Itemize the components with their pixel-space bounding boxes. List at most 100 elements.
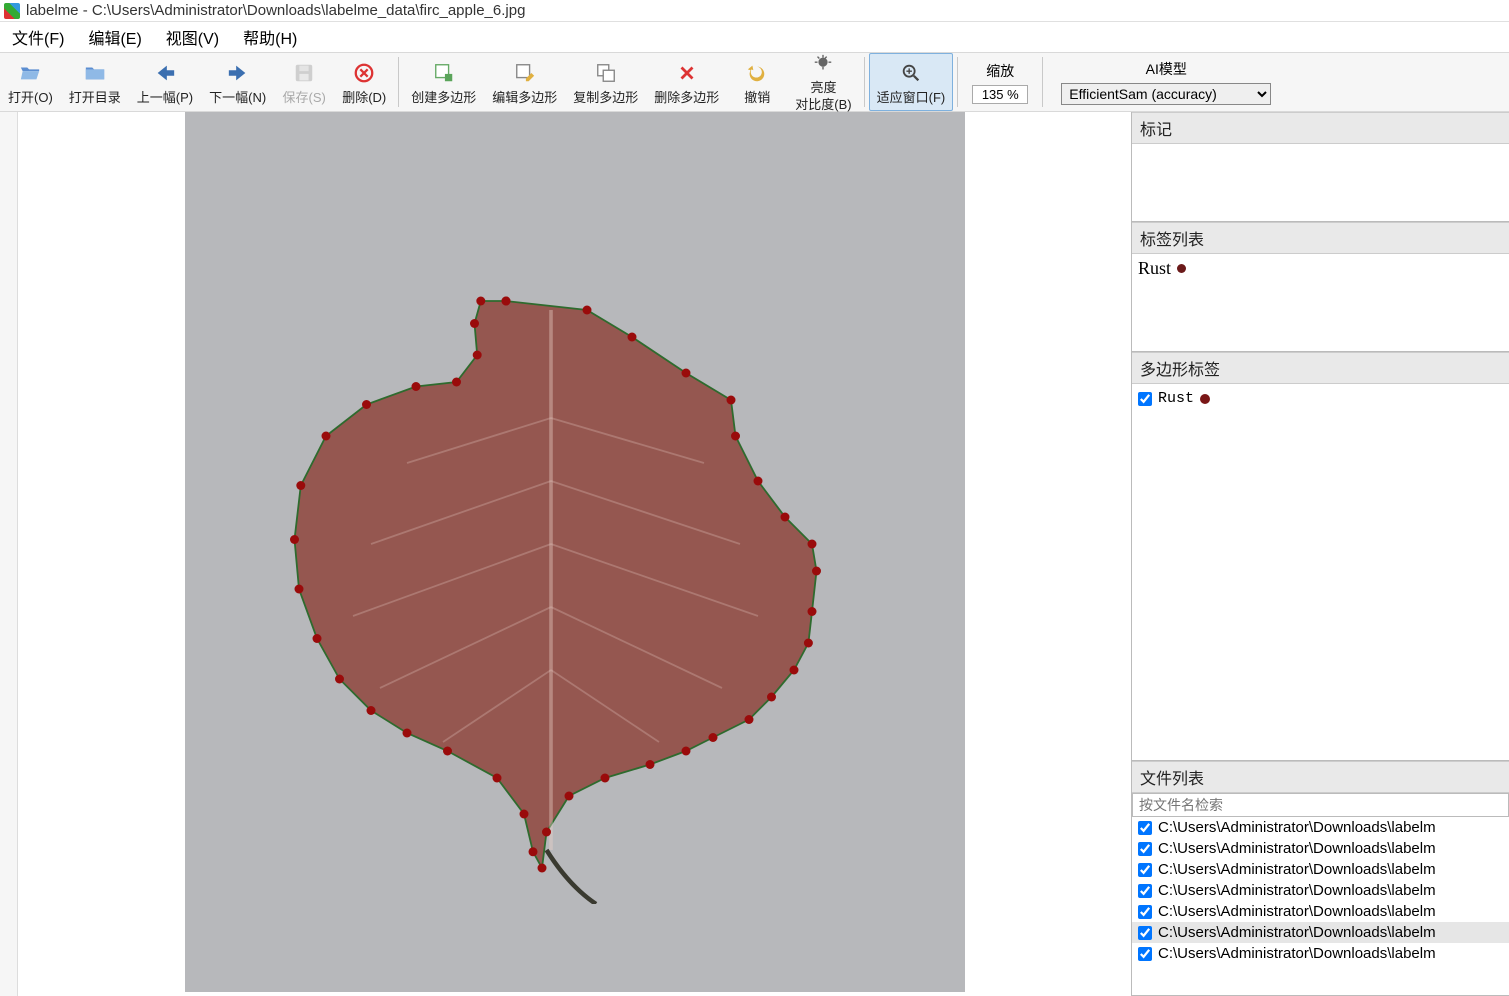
- polygon-vertex[interactable]: [411, 382, 420, 391]
- arrow-left-icon: [151, 61, 179, 85]
- label-list-title: 标签列表: [1132, 222, 1509, 254]
- polygon-vertex[interactable]: [600, 774, 609, 783]
- polygon-vertex[interactable]: [753, 477, 762, 486]
- edit-polygon-button[interactable]: 编辑多边形: [484, 53, 565, 111]
- polygon-vertex[interactable]: [731, 432, 740, 441]
- polygon-vertex[interactable]: [501, 297, 510, 306]
- toolbar-separator: [957, 57, 958, 107]
- polygon-vertex[interactable]: [807, 607, 816, 616]
- polygon-vertex[interactable]: [335, 675, 344, 684]
- image-canvas[interactable]: [185, 112, 965, 992]
- file-list-item[interactable]: C:\Users\Administrator\Downloads\labelm: [1132, 859, 1509, 880]
- polygon-vertex[interactable]: [294, 585, 303, 594]
- polygon-vertex[interactable]: [708, 733, 717, 742]
- polygon-vertex[interactable]: [681, 369, 690, 378]
- polygon-vertex[interactable]: [402, 729, 411, 738]
- polygon-vertex[interactable]: [443, 747, 452, 756]
- file-item-checkbox[interactable]: [1138, 863, 1152, 877]
- folder-icon: [81, 61, 109, 85]
- polygon-vertex[interactable]: [537, 864, 546, 873]
- polygon-vertex[interactable]: [726, 396, 735, 405]
- polygon-label-checkbox[interactable]: [1138, 392, 1152, 406]
- polygon-vertex[interactable]: [744, 715, 753, 724]
- file-list-body[interactable]: C:\Users\Administrator\Downloads\labelmC…: [1132, 817, 1509, 995]
- polygon-labels-body[interactable]: Rust: [1132, 384, 1509, 760]
- flags-panel: 标记: [1132, 112, 1509, 222]
- copy-polygon-button[interactable]: 复制多边形: [565, 53, 646, 111]
- canvas-area[interactable]: [18, 112, 1131, 996]
- menu-view[interactable]: 视图(V): [166, 25, 219, 49]
- fit-window-button[interactable]: 适应窗口(F): [869, 53, 954, 111]
- polygon-vertex[interactable]: [519, 810, 528, 819]
- menu-file[interactable]: 文件(F): [12, 25, 64, 49]
- polygon-vertex[interactable]: [807, 540, 816, 549]
- flags-panel-body[interactable]: [1132, 144, 1509, 221]
- polygon-vertex[interactable]: [564, 792, 573, 801]
- create-polygon-button[interactable]: 创建多边形: [403, 53, 484, 111]
- polygon-vertex[interactable]: [362, 400, 371, 409]
- label-list-body[interactable]: Rust: [1132, 254, 1509, 351]
- polygon-vertex[interactable]: [681, 747, 690, 756]
- file-item-checkbox[interactable]: [1138, 821, 1152, 835]
- polygon-vertex[interactable]: [627, 333, 636, 342]
- zoom-input[interactable]: [972, 85, 1028, 104]
- file-item-checkbox[interactable]: [1138, 947, 1152, 961]
- polygon-vertex[interactable]: [296, 481, 305, 490]
- file-list-item[interactable]: C:\Users\Administrator\Downloads\labelm: [1132, 943, 1509, 964]
- file-item-checkbox[interactable]: [1138, 905, 1152, 919]
- menu-help[interactable]: 帮助(H): [243, 25, 297, 49]
- polygon-vertex[interactable]: [470, 319, 479, 328]
- file-item-checkbox[interactable]: [1138, 884, 1152, 898]
- arrow-right-icon: [224, 61, 252, 85]
- file-list-item[interactable]: C:\Users\Administrator\Downloads\labelm: [1132, 922, 1509, 943]
- brightness-contrast-button[interactable]: 亮度 对比度(B): [787, 53, 859, 111]
- file-item-path: C:\Users\Administrator\Downloads\labelm: [1158, 903, 1436, 920]
- polygon-vertex[interactable]: [528, 847, 537, 856]
- polygon-vertex[interactable]: [472, 351, 481, 360]
- polygon-label-item[interactable]: Rust: [1138, 390, 1503, 407]
- label-list-item[interactable]: Rust: [1138, 258, 1503, 279]
- polygon-vertex[interactable]: [645, 760, 654, 769]
- delete-polygon-button[interactable]: 删除多边形: [646, 53, 727, 111]
- file-item-checkbox[interactable]: [1138, 926, 1152, 940]
- polygon-vertex[interactable]: [812, 567, 821, 576]
- menu-edit[interactable]: 编辑(E): [88, 25, 141, 49]
- file-item-path: C:\Users\Administrator\Downloads\labelm: [1158, 882, 1436, 899]
- label-name: Rust: [1138, 258, 1171, 279]
- polygon-labels-panel: 多边形标签 Rust: [1132, 352, 1509, 761]
- polygon-vertex[interactable]: [366, 706, 375, 715]
- file-list-item[interactable]: C:\Users\Administrator\Downloads\labelm: [1132, 880, 1509, 901]
- open-dir-button[interactable]: 打开目录: [61, 53, 129, 111]
- polygon-vertex[interactable]: [492, 774, 501, 783]
- polygon-vertex[interactable]: [767, 693, 776, 702]
- polygon-vertex[interactable]: [452, 378, 461, 387]
- file-item-path: C:\Users\Administrator\Downloads\labelm: [1158, 840, 1436, 857]
- prev-button[interactable]: 上一幅(P): [129, 53, 201, 111]
- leaf-annotation[interactable]: [231, 184, 871, 904]
- ai-model-select[interactable]: EfficientSam (accuracy): [1061, 83, 1271, 105]
- next-button[interactable]: 下一幅(N): [201, 53, 274, 111]
- file-item-path: C:\Users\Administrator\Downloads\labelm: [1158, 819, 1436, 836]
- file-list-item[interactable]: C:\Users\Administrator\Downloads\labelm: [1132, 817, 1509, 838]
- polygon-vertex[interactable]: [476, 297, 485, 306]
- polygon-vertex[interactable]: [803, 639, 812, 648]
- toolbar-separator: [1042, 57, 1043, 107]
- file-item-checkbox[interactable]: [1138, 842, 1152, 856]
- undo-button[interactable]: 撤销: [727, 53, 787, 111]
- polygon-vertex[interactable]: [780, 513, 789, 522]
- polygon-vertex[interactable]: [290, 535, 299, 544]
- toolbar: 打开(O) 打开目录 上一幅(P) 下一幅(N) 保存(S) 删除(D) 创建多…: [0, 52, 1509, 112]
- file-search-input[interactable]: [1132, 793, 1509, 817]
- polygon-vertex[interactable]: [542, 828, 551, 837]
- open-button[interactable]: 打开(O): [0, 53, 61, 111]
- polygon-vertex[interactable]: [312, 634, 321, 643]
- delete-button[interactable]: 删除(D): [334, 53, 394, 111]
- left-gutter: [0, 112, 18, 996]
- polygon-vertex[interactable]: [321, 432, 330, 441]
- file-list-item[interactable]: C:\Users\Administrator\Downloads\labelm: [1132, 838, 1509, 859]
- file-list-item[interactable]: C:\Users\Administrator\Downloads\labelm: [1132, 901, 1509, 922]
- polygon-copy-icon: [592, 61, 620, 85]
- fit-window-icon: [897, 61, 925, 85]
- polygon-vertex[interactable]: [582, 306, 591, 315]
- polygon-vertex[interactable]: [789, 666, 798, 675]
